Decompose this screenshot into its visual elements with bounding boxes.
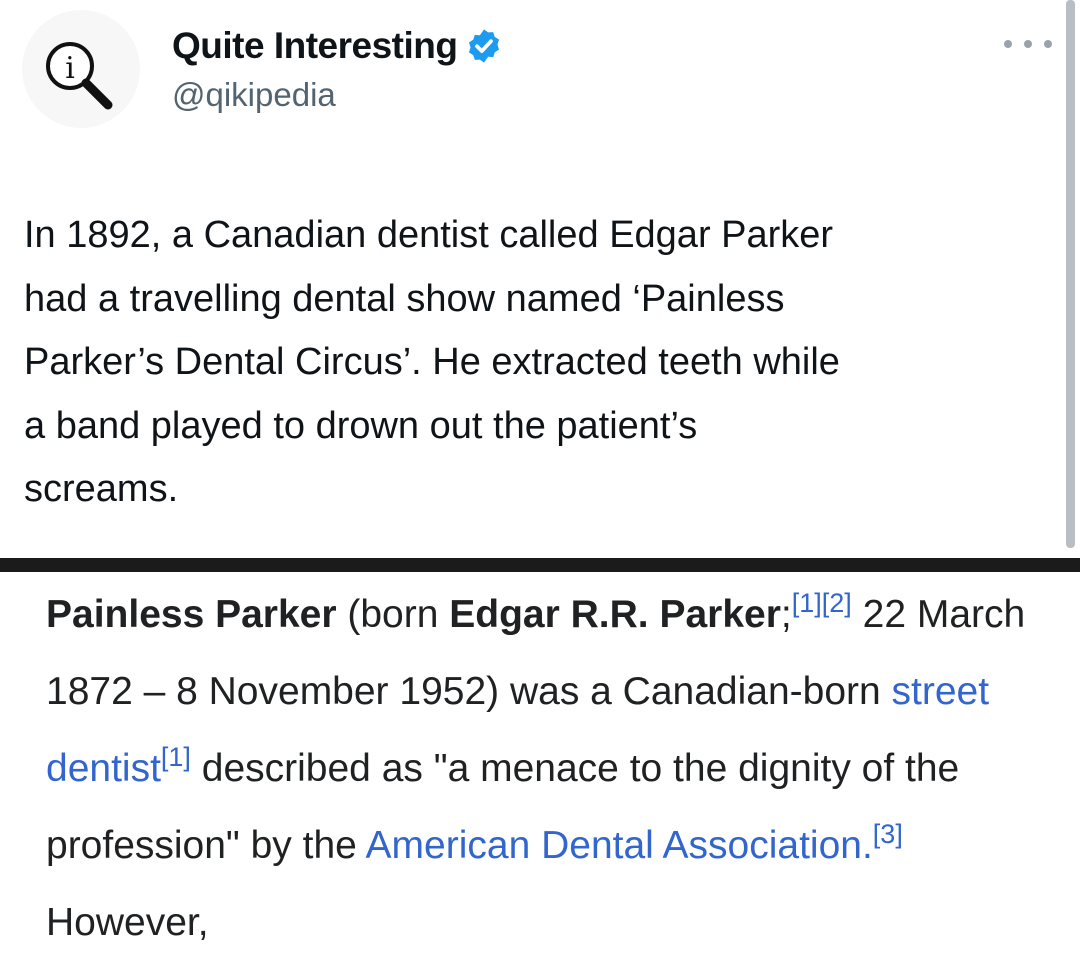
citation-1b[interactable]: [1] bbox=[161, 742, 191, 772]
dot bbox=[1024, 40, 1032, 48]
citation-3[interactable]: [3] bbox=[873, 819, 903, 849]
svg-text:i: i bbox=[65, 51, 75, 86]
born-name: Edgar R.R. Parker bbox=[449, 593, 781, 636]
info-magnifier-icon: i bbox=[46, 42, 113, 110]
scrollbar[interactable] bbox=[1066, 0, 1075, 548]
however-text: However, bbox=[46, 901, 209, 944]
wikipedia-excerpt: Painless Parker (born Edgar R.R. Parker;… bbox=[46, 576, 1046, 961]
handle[interactable]: @qikipedia bbox=[172, 76, 336, 114]
tweet-card: i Quite Interesting @qikipedia In 1892, … bbox=[0, 0, 1080, 560]
citation-2[interactable]: [2] bbox=[822, 588, 852, 618]
wiki-paragraph: Painless Parker (born Edgar R.R. Parker;… bbox=[46, 576, 1046, 961]
verified-badge-icon bbox=[469, 29, 500, 63]
subject-name: Painless Parker bbox=[46, 593, 337, 636]
author-row: Quite Interesting bbox=[172, 22, 503, 70]
dot bbox=[1004, 40, 1012, 48]
link-american-dental-association[interactable]: American Dental Association. bbox=[366, 824, 873, 867]
divider bbox=[0, 558, 1080, 572]
avatar[interactable]: i bbox=[22, 10, 140, 128]
born-prefix: (born bbox=[336, 593, 450, 636]
dot bbox=[1044, 40, 1052, 48]
tweet-text: In 1892, a Canadian dentist called Edgar… bbox=[24, 214, 840, 510]
semicolon: ; bbox=[780, 593, 792, 636]
display-name[interactable]: Quite Interesting bbox=[172, 25, 458, 67]
citation-1[interactable]: [1] bbox=[792, 588, 822, 618]
more-options-icon[interactable] bbox=[1004, 30, 1052, 58]
